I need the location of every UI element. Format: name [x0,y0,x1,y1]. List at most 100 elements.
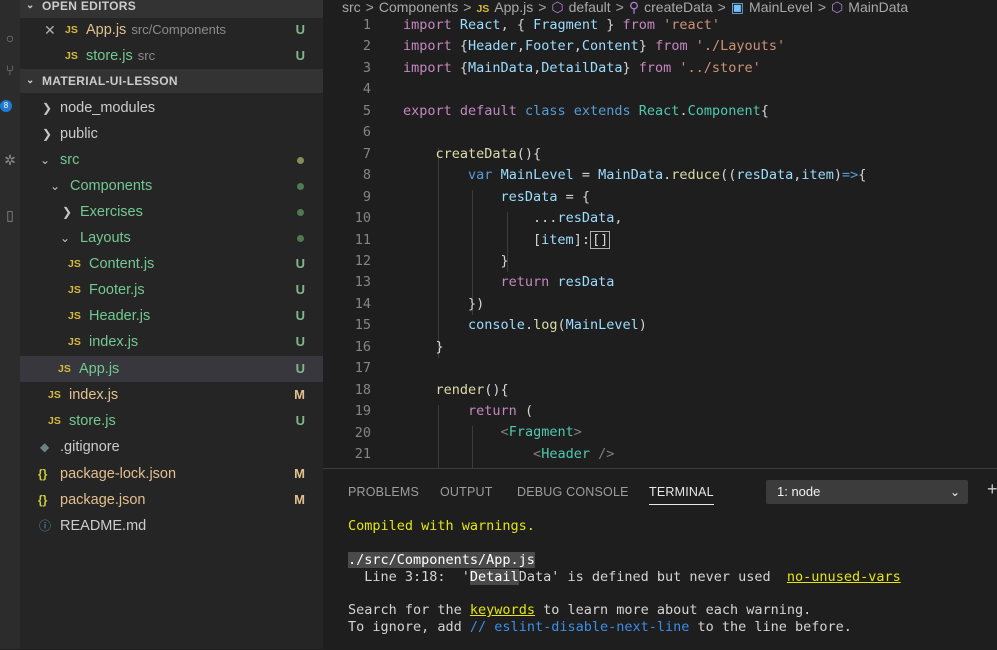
js-file-icon: JS [58,363,71,375]
breadcrumb: src > Components > JS App.js > ⬡ default > ⚲ create… [342,0,909,15]
chevron-right-icon: ❯ [62,205,73,219]
variable-icon: ▣ [730,0,745,15]
js-file-icon: JS [48,415,61,427]
code-line: export default class extends React.Compo… [403,103,769,119]
gitignore-icon: ◆ [40,440,50,454]
line-number: 20 [354,424,371,441]
open-editor-path: src/Components [131,22,226,37]
terminal-select[interactable]: 1: node ⌄ [766,480,968,504]
chevron-down-icon: ⌄ [50,179,61,193]
tree-folder-public[interactable]: ❯ public [20,121,323,147]
search-icon[interactable]: ○ [0,28,20,48]
code-line: import React, { Fragment } from 'react' [403,17,721,33]
explorer-sidebar: ⌄ OPEN EDITORS ✕ JS App.js src/Components… [20,0,323,649]
terminal-ignore-line: To ignore, add // eslint-disable-next-li… [348,619,852,635]
js-file-icon: JS [476,3,490,15]
cube-icon: ⬡ [551,0,564,15]
breadcrumb-item[interactable]: MainData [848,0,908,15]
tab-terminal[interactable]: TERMINAL [649,485,714,505]
code-line: } [403,339,444,355]
tree-file-footer[interactable]: JS Footer.js U [20,277,323,303]
tree-file-header[interactable]: JS Header.js U [20,303,323,329]
code-editor[interactable]: src > Components > JS App.js > ⬡ default > ⚲ create… [323,0,997,468]
tree-file-content[interactable]: JS Content.js U [20,251,323,277]
tree-file-layouts-index[interactable]: JS index.js U [20,329,323,355]
tree-file-package-lock[interactable]: {} package-lock.json M [20,461,323,487]
terminal-search-line: Search for the keywords to learn more ab… [348,602,812,618]
add-terminal-icon[interactable]: + [987,479,997,500]
tree-file-store[interactable]: JS store.js U [20,408,323,434]
keywords-link[interactable]: keywords [470,602,535,618]
line-number: 9 [362,188,371,205]
breadcrumb-item[interactable]: default [569,0,611,15]
untracked-dot [297,235,304,242]
js-file-icon: JS [65,24,78,36]
code-line: ...resData, [403,210,623,226]
tree-folder-exercises[interactable]: ❯ Exercises [20,199,323,225]
line-number: 2 [362,38,371,55]
code-line: <Fragment> [500,424,582,440]
code-line: render(){ [435,382,509,398]
code-line: <Header /> [533,446,615,462]
code-line: console.log(MainLevel) [468,317,647,333]
tree-file-app[interactable]: JS App.js U [20,356,323,382]
modified-dot [297,157,304,164]
open-editor-label: App.js [86,22,127,38]
code-line: import {Header,Footer,Content} from './L… [403,38,786,54]
tree-file-package[interactable]: {} package.json M [20,487,323,513]
close-icon[interactable]: ✕ [44,17,56,43]
git-status: U [295,48,305,63]
info-icon: ⓘ [39,519,52,533]
code-line: return ( [468,403,534,419]
source-control-icon[interactable]: ⑂ [0,60,20,80]
open-editors-header[interactable]: ⌄ OPEN EDITORS [20,0,323,18]
tree-folder-layouts[interactable]: ⌄ Layouts [20,225,323,251]
line-number: 10 [354,210,371,227]
code-line: resData = { [500,189,590,205]
code-line: return resData [500,274,615,290]
js-file-icon: JS [65,50,78,62]
js-file-icon: JS [68,284,81,296]
breadcrumb-item[interactable]: createData [644,0,712,15]
tab-debug-console[interactable]: DEBUG CONSOLE [517,485,629,499]
open-editor-item[interactable]: JS store.js src U [20,43,323,69]
tree-folder-src[interactable]: ⌄ src [20,147,323,173]
tree-folder-node-modules[interactable]: ❯ node_modules [20,95,323,121]
js-file-icon: JS [68,258,81,270]
tree-folder-components[interactable]: ⌄ Components [20,173,323,199]
code-line: }) [403,296,485,312]
project-header[interactable]: ⌄ MATERIAL-UI-LESSON [20,69,323,93]
cube-icon: ⬡ [831,0,844,15]
untracked-dot [297,183,304,190]
json-file-icon: {} [38,493,48,507]
tree-file-readme[interactable]: ⓘ README.md [20,513,323,539]
breadcrumb-item[interactable]: src [342,0,361,15]
line-number: 17 [354,360,371,377]
line-number: 12 [354,252,371,269]
terminal-compiled: Compiled with warnings. [348,518,535,534]
extensions-icon[interactable]: ▯ [0,205,20,225]
terminal-warning-line: Line 3:18: 'DetailData' is defined but n… [348,569,901,585]
terminal-file-line: ./src/Components/App.js [348,552,535,568]
breadcrumb-item[interactable]: MainLevel [749,0,813,15]
line-number: 18 [354,381,371,398]
code-line: [item]:[] [403,231,611,249]
open-editor-item[interactable]: ✕ JS App.js src/Components U [20,17,323,43]
js-file-icon: JS [48,389,61,401]
tree-file-src-index[interactable]: JS index.js M [20,382,323,408]
breadcrumb-item[interactable]: App.js [494,0,533,15]
source-control-badge: 8 [0,100,12,112]
rule-link[interactable]: no-unused-vars [787,569,901,585]
debug-icon[interactable]: ✲ [0,150,20,170]
tree-file-gitignore[interactable]: ◆ .gitignore [20,434,323,460]
breadcrumb-item[interactable]: Components [379,0,458,15]
chevron-down-icon: ⌄ [40,153,51,167]
open-editor-label: store.js [86,48,133,64]
tab-problems[interactable]: PROBLEMS [348,485,419,499]
line-number: 16 [354,338,371,355]
tab-output[interactable]: OUTPUT [440,485,493,499]
untracked-dot [297,209,304,216]
chevron-down-icon: ⌄ [26,75,35,86]
wrench-icon: ⚲ [628,0,640,15]
js-file-icon: JS [68,310,81,322]
